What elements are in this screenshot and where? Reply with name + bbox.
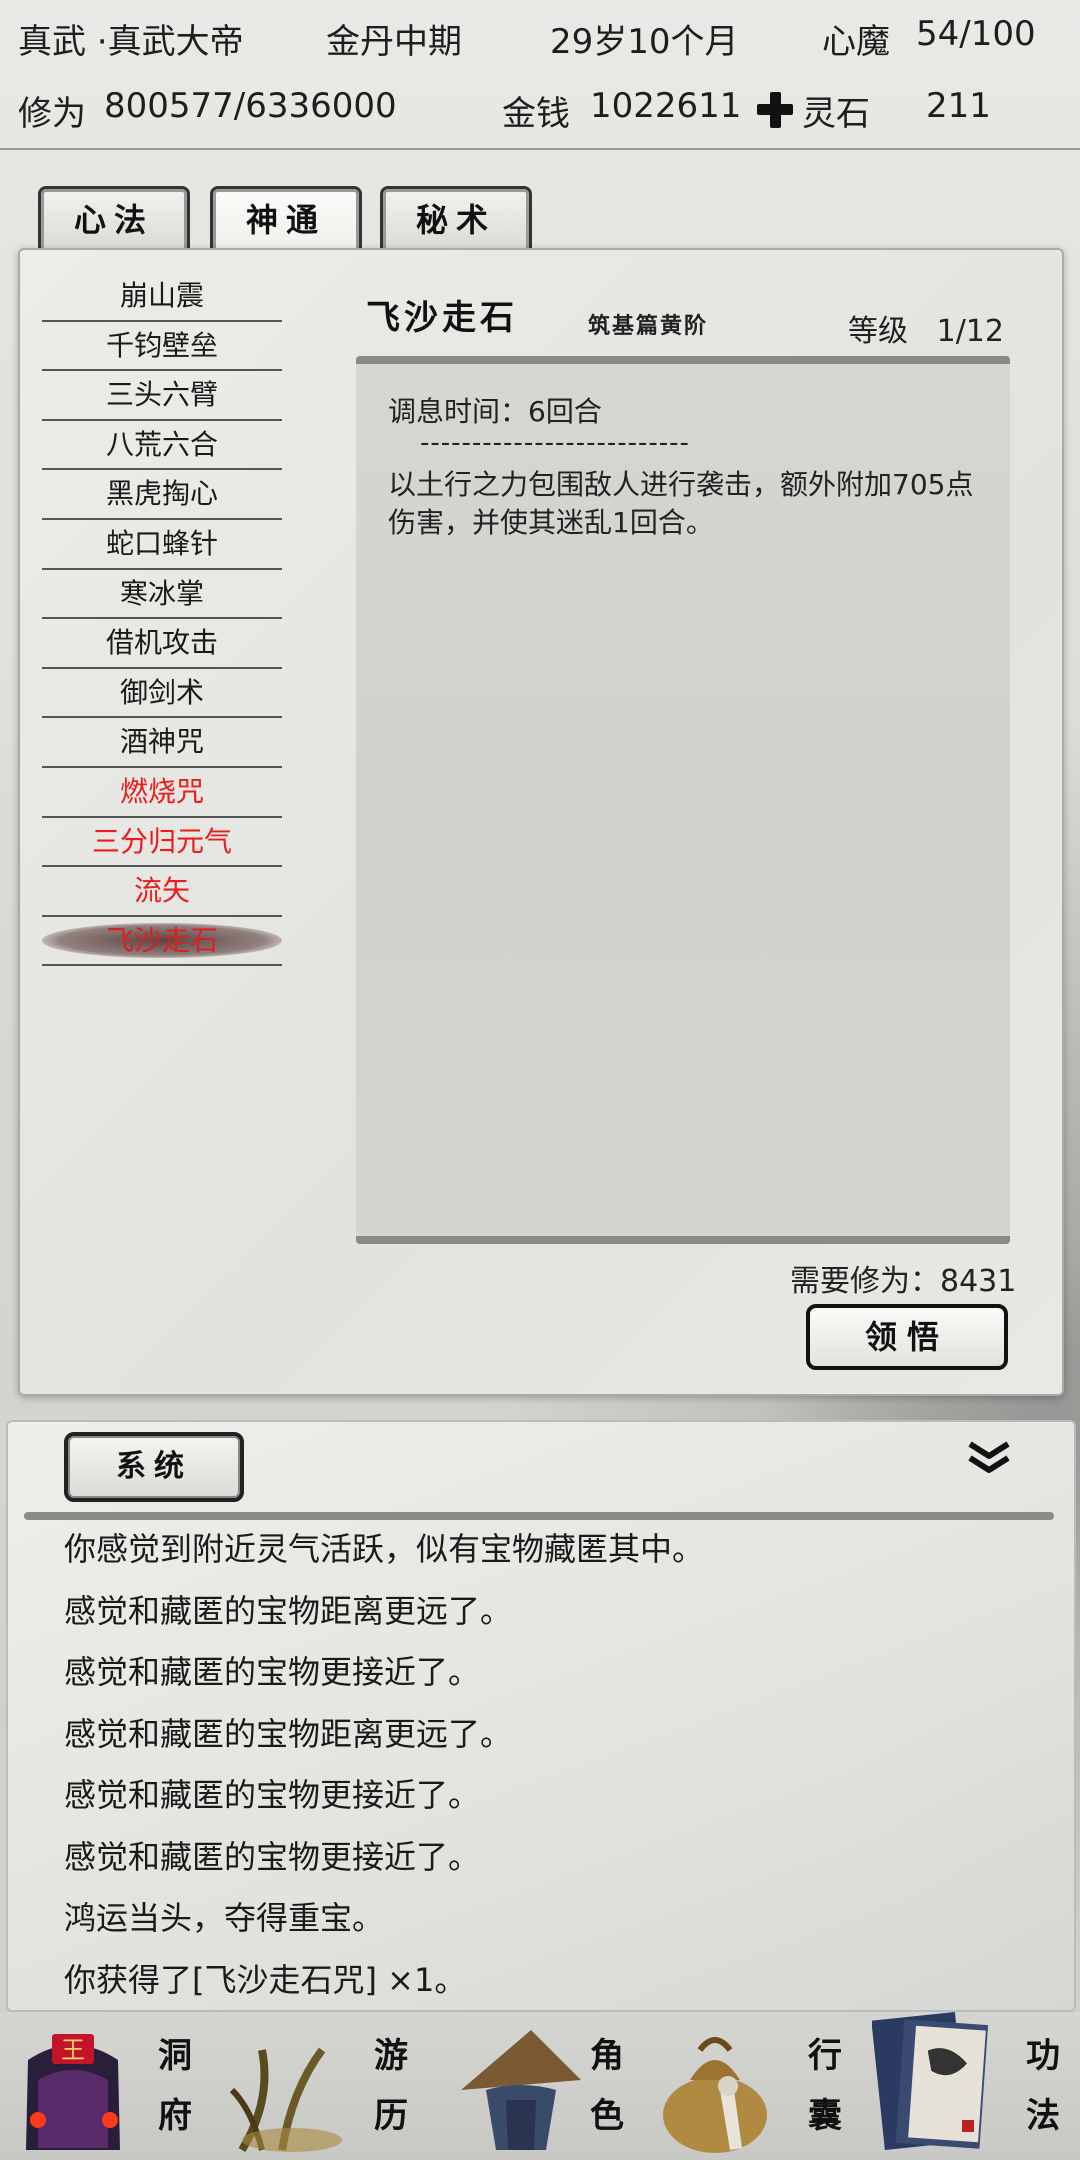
skill-item[interactable]: 流矢 (42, 867, 282, 917)
realm-text: 金丹中期 (326, 22, 462, 62)
skill-description: 以土行之力包围敌人进行袭击，额外附加705点伤害，并使其迷乱1回合。 (388, 468, 974, 539)
nav-character[interactable]: 角色 (432, 2012, 648, 2160)
level-value: 1/12 (936, 314, 1004, 349)
skill-item[interactable]: 御剑术 (42, 669, 282, 719)
age-text: 29岁10个月 (550, 22, 739, 62)
nav-travel[interactable]: 游历 (216, 2012, 432, 2160)
nav-label-bag: 行囊 (808, 2036, 842, 2136)
log-list[interactable]: 你感觉到附近灵气活跃，似有宝物藏匿其中。 感觉和藏匿的宝物距离更远了。 感觉和藏… (64, 1528, 704, 2020)
double-chevron-down-icon[interactable] (964, 1438, 1014, 1478)
nav-label-cave: 洞府 (158, 2036, 192, 2136)
log-line: 感觉和藏匿的宝物更接近了。 (64, 1776, 481, 1814)
status-bar: 真武 ·真武大帝 金丹中期 29岁10个月 心魔 54/100 修为 80057… (0, 0, 1080, 150)
heart-demon-label: 心魔 (822, 22, 890, 62)
nav-skills[interactable]: 功法 (864, 2011, 1080, 2160)
log-line: 感觉和藏匿的宝物距离更远了。 (64, 1714, 513, 1753)
books-icon (872, 2011, 989, 2151)
tab-system[interactable]: 系统 (64, 1432, 244, 1502)
log-line: 你获得了[飞沙走石咒] ×1。 (64, 1960, 467, 1999)
cross-icon (757, 92, 793, 128)
skill-item[interactable]: 寒冰掌 (42, 570, 282, 620)
skill-level: 等级 1/12 (848, 306, 1004, 350)
travel-icon (229, 2047, 342, 2153)
log-line: 感觉和藏匿的宝物更接近了。 (64, 1837, 481, 1876)
log-divider (24, 1512, 1054, 1520)
nav-cave-dwelling[interactable]: 王 洞府 (0, 2012, 216, 2160)
skill-item[interactable]: 千钧壁垒 (42, 322, 282, 372)
heart-demon-value: 54/100 (916, 14, 1036, 54)
skill-item[interactable]: 崩山震 (42, 272, 282, 322)
skill-item[interactable]: 蛇口蜂针 (42, 520, 282, 570)
cultivation-requirement: 需要修为：8431 (790, 1264, 1017, 1299)
skill-item-selected[interactable]: 飞沙走石 (42, 917, 282, 967)
tab-mental-method[interactable]: 心法 (38, 186, 190, 252)
character-name: 真武 ·真武大帝 (18, 22, 244, 62)
cooldown-text: 调息时间：6回合 (388, 395, 602, 428)
log-line: 鸿运当头，夺得重宝。 (64, 1899, 385, 1937)
cultivation-value: 800577/6336000 (104, 86, 397, 126)
log-line: 你感觉到附近灵气活跃，似有宝物藏匿其中。 (64, 1530, 705, 1568)
skill-item[interactable]: 借机攻击 (42, 619, 282, 669)
nav-bag[interactable]: 行囊 (648, 2012, 864, 2160)
cave-dwelling-icon: 王 (26, 2034, 120, 2150)
nav-label-skills: 功法 (1026, 2036, 1060, 2136)
skill-item[interactable]: 三头六臂 (42, 371, 282, 421)
log-line: 感觉和藏匿的宝物距离更远了。 (64, 1591, 513, 1630)
skill-item[interactable]: 酒神咒 (42, 718, 282, 768)
nav-label-character: 角色 (590, 2036, 624, 2136)
nav-label-travel: 游历 (374, 2036, 408, 2136)
character-hat-icon (461, 2030, 581, 2150)
bottom-nav: 王 洞府 游历 角色 行 囊 功 法 (0, 2011, 1080, 2160)
skill-item[interactable]: 燃烧咒 (42, 768, 282, 818)
spirit-stone-value: 211 (926, 86, 991, 126)
skill-item[interactable]: 三分归元气 (42, 818, 282, 868)
money-value: 1022611 (590, 86, 742, 126)
svg-text:王: 王 (61, 2036, 85, 2064)
log-line: 感觉和藏匿的宝物更接近了。 (64, 1653, 481, 1691)
tab-secret-art[interactable]: 秘术 (380, 186, 532, 252)
cultivation-label: 修为 (18, 94, 86, 134)
comprehend-button[interactable]: 领悟 (806, 1304, 1008, 1370)
skill-tier: 筑基篇黄阶 (588, 313, 709, 339)
level-label: 等级 (848, 314, 908, 349)
skill-item[interactable]: 八荒六合 (42, 421, 282, 471)
bag-icon (663, 2037, 767, 2153)
spirit-stone-label: 灵石 (802, 94, 870, 134)
separator-line: -------------------------- (420, 428, 690, 458)
skill-list: 崩山震 千钧壁垒 三头六臂 八荒六合 黑虎掏心 蛇口蜂针 寒冰掌 借机攻击 御剑… (42, 272, 282, 967)
skill-item[interactable]: 黑虎掏心 (42, 470, 282, 520)
money-label: 金钱 (502, 94, 570, 134)
skill-title: 飞沙走石 (366, 298, 518, 338)
tab-divine-ability[interactable]: 神通 (210, 186, 362, 252)
